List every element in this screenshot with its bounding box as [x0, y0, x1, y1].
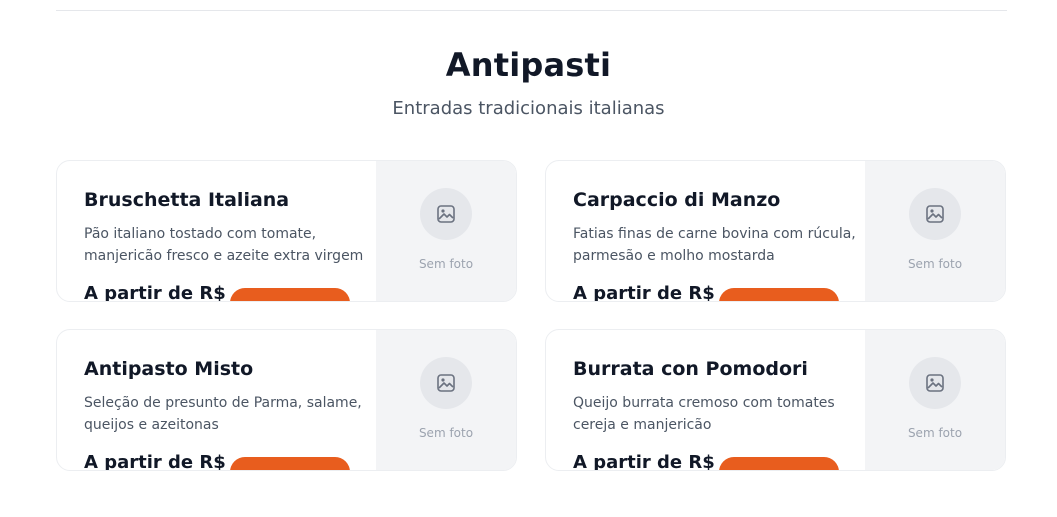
- item-description: Fatias finas de carne bovina com rúcula,…: [573, 226, 856, 264]
- image-icon-circle: [909, 188, 961, 240]
- image-icon-circle: [420, 357, 472, 409]
- item-price: A partir de R$: [84, 452, 226, 471]
- menu-item-card[interactable]: Antipasto Misto Seleção de presunto de P…: [56, 329, 517, 471]
- item-description: Seleção de presunto de Parma, salame, qu…: [84, 395, 362, 433]
- menu-item-card[interactable]: Carpaccio di Manzo Fatias finas de carne…: [545, 160, 1006, 302]
- no-photo-label: Sem foto: [907, 426, 963, 440]
- item-price: A partir de R$: [573, 452, 715, 471]
- item-price: A partir de R$: [84, 283, 226, 302]
- card-body: Burrata con Pomodori Queijo burrata crem…: [546, 330, 867, 470]
- item-image-placeholder: Sem foto: [865, 161, 1005, 301]
- menu-item-card[interactable]: Bruschetta Italiana Pão italiano tostado…: [56, 160, 517, 302]
- add-to-order-button[interactable]: [230, 288, 350, 301]
- no-photo-label: Sem foto: [418, 257, 474, 271]
- image-icon: [437, 205, 455, 223]
- item-description: Pão italiano tostado com tomate, manjeri…: [84, 226, 364, 264]
- image-icon-circle: [909, 357, 961, 409]
- item-image-placeholder: Sem foto: [376, 330, 516, 470]
- item-name: Bruschetta Italiana: [84, 189, 290, 211]
- item-image-placeholder: Sem foto: [376, 161, 516, 301]
- card-body: Carpaccio di Manzo Fatias finas de carne…: [546, 161, 867, 301]
- card-body: Bruschetta Italiana Pão italiano tostado…: [57, 161, 378, 301]
- card-body: Antipasto Misto Seleção de presunto de P…: [57, 330, 378, 470]
- image-icon: [926, 374, 944, 392]
- section-subtitle: Entradas tradicionais italianas: [392, 98, 665, 119]
- add-to-order-button[interactable]: [719, 288, 839, 301]
- no-photo-label: Sem foto: [418, 426, 474, 440]
- no-photo-label: Sem foto: [907, 257, 963, 271]
- item-price: A partir de R$: [573, 283, 715, 302]
- menu-item-card[interactable]: Burrata con Pomodori Queijo burrata crem…: [545, 329, 1006, 471]
- add-to-order-button[interactable]: [230, 457, 350, 470]
- item-name: Carpaccio di Manzo: [573, 189, 781, 211]
- add-to-order-button[interactable]: [719, 457, 839, 470]
- image-icon: [437, 374, 455, 392]
- item-description: Queijo burrata cremoso com tomates cerej…: [573, 395, 835, 433]
- item-name: Antipasto Misto: [84, 358, 254, 380]
- image-icon-circle: [420, 188, 472, 240]
- section-divider: [56, 10, 1007, 11]
- image-icon: [926, 205, 944, 223]
- item-name: Burrata con Pomodori: [573, 358, 808, 380]
- item-image-placeholder: Sem foto: [865, 330, 1005, 470]
- section-title: Antipasti: [445, 46, 612, 84]
